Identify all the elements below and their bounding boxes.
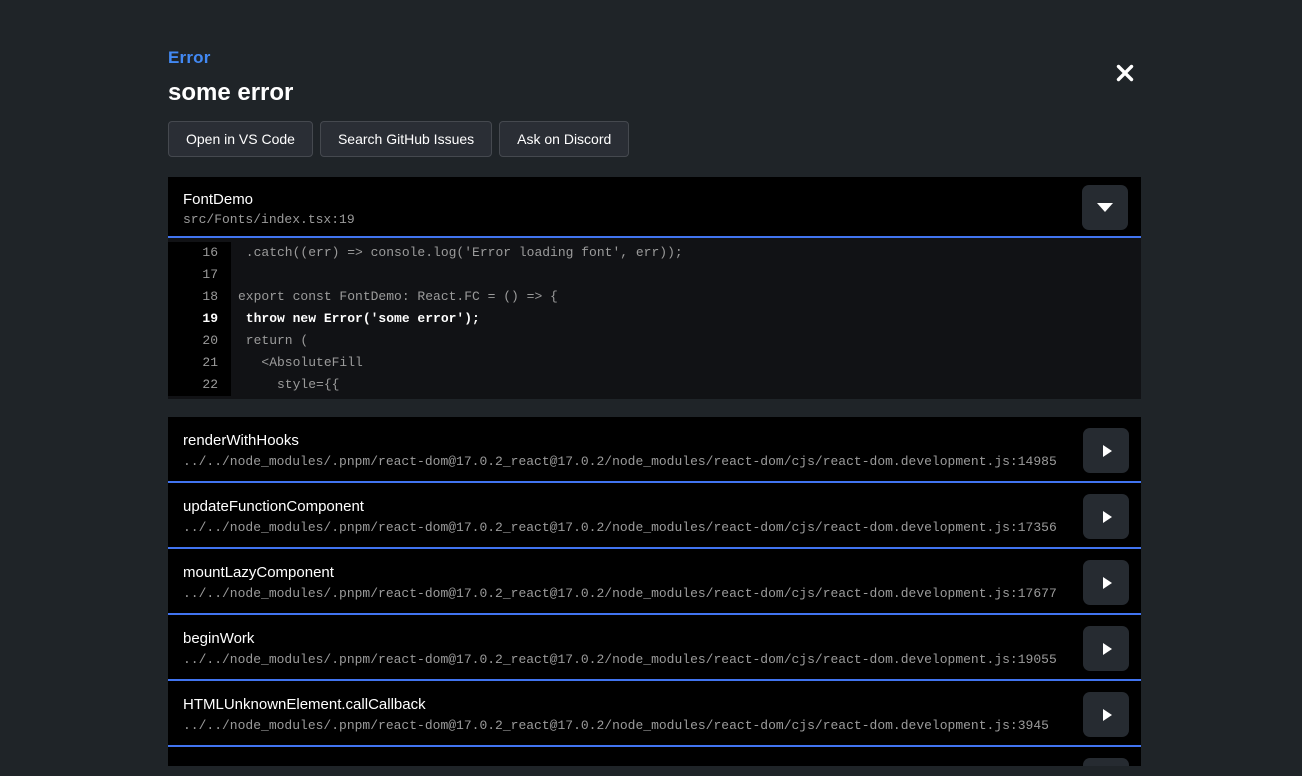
line-number: 19 [168,308,231,330]
error-kicker: Error [168,48,211,68]
stack-frame-title: beginWork [183,630,1141,647]
stack-frame-title: mountLazyComponent [183,564,1141,581]
chevron-down-icon [1097,203,1113,212]
expand-stack-frame-button[interactable] [1083,626,1129,671]
code-frame-header: FontDemo src/Fonts/index.tsx:19 [168,177,1141,238]
expand-stack-frame-button[interactable] [1083,428,1129,473]
stack-frame-mountlazycomponent: mountLazyComponent ../../node_modules/.p… [168,549,1141,615]
code-frame-location: src/Fonts/index.tsx:19 [183,212,1141,227]
play-expand-icon [1103,511,1112,523]
error-message: some error [168,79,293,107]
play-expand-icon [1103,577,1112,589]
play-expand-icon [1103,643,1112,655]
search-github-issues-button[interactable]: Search GitHub Issues [320,121,492,157]
code-line: 21 <AbsoluteFill [168,352,1141,374]
stack-trace-list: renderWithHooks ../../node_modules/.pnpm… [168,417,1141,766]
line-code: return ( [231,330,1141,352]
line-code: export const FontDemo: React.FC = () => … [231,286,1141,308]
line-number: 16 [168,242,231,264]
code-line: 18export const FontDemo: React.FC = () =… [168,286,1141,308]
action-buttons: Open in VS Code Search GitHub Issues Ask… [168,121,629,157]
stack-frame-title: renderWithHooks [183,432,1141,449]
code-line-highlighted: 19 throw new Error('some error'); [168,308,1141,330]
stack-frame-renderwithhooks: renderWithHooks ../../node_modules/.pnpm… [168,417,1141,483]
code-line: 22 style={{ [168,374,1141,396]
expand-stack-frame-button[interactable] [1083,560,1129,605]
line-code [231,264,1141,286]
code-line: 20 return ( [168,330,1141,352]
line-code: throw new Error('some error'); [231,308,1141,330]
stack-frame-path: ../../node_modules/.pnpm/react-dom@17.0.… [183,520,1141,535]
stack-frame-path: ../../node_modules/.pnpm/react-dom@17.0.… [183,586,1141,601]
line-code: .catch((err) => console.log('Error loadi… [231,242,1141,264]
open-in-vscode-button[interactable]: Open in VS Code [168,121,313,157]
collapse-code-frame-button[interactable] [1082,185,1128,230]
stack-frame-updatefunctioncomponent: updateFunctionComponent ../../node_modul… [168,483,1141,549]
close-button[interactable] [1114,62,1136,84]
line-number: 21 [168,352,231,374]
line-number: 22 [168,374,231,396]
line-code: style={{ [231,374,1141,396]
code-line: 16 .catch((err) => console.log('Error lo… [168,242,1141,264]
stack-frame-beginwork: beginWork ../../node_modules/.pnpm/react… [168,615,1141,681]
code-frame-panel: FontDemo src/Fonts/index.tsx:19 16 .catc… [168,177,1141,399]
line-code: <AbsoluteFill [231,352,1141,374]
play-expand-icon [1103,709,1112,721]
line-number: 20 [168,330,231,352]
line-number: 18 [168,286,231,308]
stack-frame-path: ../../node_modules/.pnpm/react-dom@17.0.… [183,652,1141,667]
expand-stack-frame-button[interactable] [1083,758,1129,766]
line-number: 17 [168,264,231,286]
stack-frame-path: ../../node_modules/.pnpm/react-dom@17.0.… [183,718,1141,733]
stack-frame-title: HTMLUnknownElement.callCallback [183,696,1141,713]
play-expand-icon [1103,445,1112,457]
stack-frame-path: ../../node_modules/.pnpm/react-dom@17.0.… [183,454,1141,469]
stack-frame-title: updateFunctionComponent [183,498,1141,515]
code-frame-body: 16 .catch((err) => console.log('Error lo… [168,238,1141,399]
code-frame-function-name: FontDemo [183,191,1141,208]
close-icon [1116,64,1134,82]
expand-stack-frame-button[interactable] [1083,494,1129,539]
stack-frame-partial [168,747,1141,766]
expand-stack-frame-button[interactable] [1083,692,1129,737]
stack-frame-callcallback: HTMLUnknownElement.callCallback ../../no… [168,681,1141,747]
ask-on-discord-button[interactable]: Ask on Discord [499,121,629,157]
code-line: 17 [168,264,1141,286]
